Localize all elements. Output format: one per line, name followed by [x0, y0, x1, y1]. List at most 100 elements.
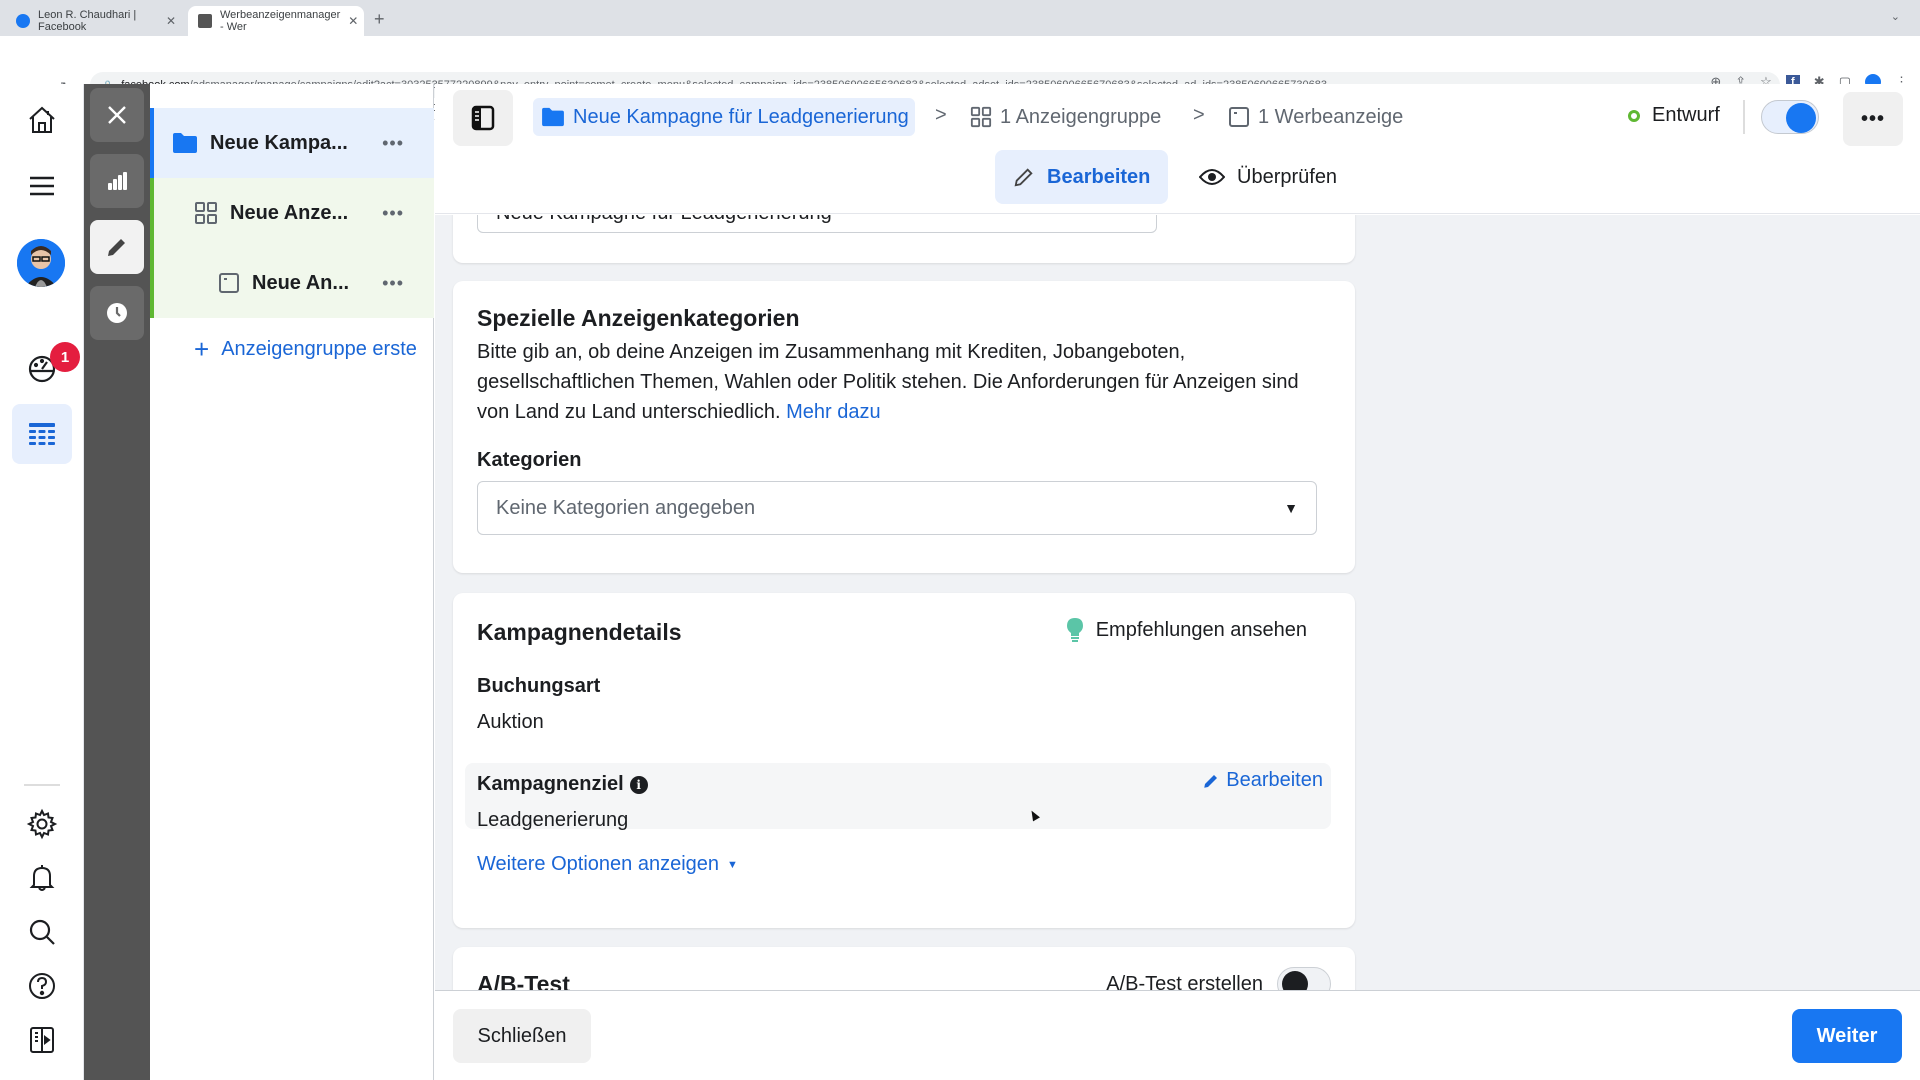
campaign-details-card: Kampagnendetails Empfehlungen ansehen Bu… [453, 593, 1355, 928]
ad-window-icon [219, 273, 239, 293]
adset-grid-icon [970, 106, 992, 128]
edit-objective-label: Bearbeiten [1226, 769, 1323, 791]
breadcrumb-chevron-icon: > [935, 104, 947, 126]
status-dot-icon [1628, 109, 1640, 122]
notifications-bell-icon[interactable] [20, 856, 64, 900]
next-button[interactable]: Weiter [1792, 1009, 1902, 1063]
tree-item-label: Neue Kampa... [210, 131, 348, 154]
campaign-tree-panel: Neue Kampa... ••• Neue Anze... ••• Neue … [150, 84, 434, 1080]
tab-title: Werbeanzeigenmanager - Wer [220, 9, 341, 33]
info-icon[interactable]: i [629, 775, 648, 794]
breadcrumb-adsets[interactable]: 1 Anzeigengruppe [970, 98, 1161, 136]
close-button[interactable]: Schließen [453, 1009, 591, 1063]
breadcrumb-campaign[interactable]: Neue Kampagne für Leadgenerierung [533, 98, 915, 136]
folder-icon [542, 107, 564, 127]
buying-type-label: Buchungsart [477, 675, 601, 697]
editor-tool-rail [84, 84, 150, 1080]
browser-tab-adsmanager[interactable]: Werbeanzeigenmanager - Wer ✕ [188, 6, 364, 36]
ab-test-toggle-label: A/B-Test erstellen [1106, 973, 1263, 990]
home-icon[interactable] [20, 98, 64, 142]
close-tab-icon[interactable]: ✕ [348, 14, 358, 28]
browser-tab-facebook[interactable]: Leon R. Chaudhari | Facebook ✕ [6, 6, 186, 36]
close-icon [108, 106, 126, 124]
header-divider [1743, 100, 1745, 134]
adset-more-button[interactable]: ••• [382, 203, 404, 224]
toggle-knob [1282, 971, 1308, 990]
categories-value: Keine Kategorien angegeben [496, 496, 756, 519]
adsmanager-icon [198, 14, 212, 28]
pencil-icon [1204, 774, 1218, 788]
pencil-icon [108, 239, 125, 256]
description-text: Bitte gib an, ob deine Anzeigen im Zusam… [477, 341, 1299, 423]
search-icon[interactable] [20, 910, 64, 954]
ads-manager-table-icon[interactable] [12, 404, 72, 464]
editor-header: Neue Kampagne für Leadgenerierung > 1 An… [435, 84, 1920, 214]
categories-label: Kategorien [477, 449, 582, 471]
campaign-active-toggle[interactable] [1761, 100, 1819, 134]
browser-tab-bar: Leon R. Chaudhari | Facebook ✕ Werbeanze… [0, 0, 1920, 36]
ad-more-button[interactable]: ••• [382, 273, 404, 294]
campaign-details-title: Kampagnendetails [477, 619, 682, 645]
campaign-more-button[interactable]: ••• [382, 133, 404, 154]
app-navigation-rail: 1 [0, 84, 84, 1080]
ab-test-card: A/B-Test A/B-Test erstellen [453, 947, 1355, 990]
breadcrumb-ads-label: 1 Werbeanzeige [1258, 105, 1404, 128]
campaign-name-card: Neue Kampagne für Leadgenerierung [453, 215, 1355, 263]
rail-divider [24, 784, 60, 786]
show-more-options-link[interactable]: Weitere Optionen anzeigen ▼ [477, 853, 738, 876]
toggle-knob [1786, 103, 1816, 133]
buying-type-value: Auktion [477, 711, 544, 733]
close-editor-button[interactable] [90, 88, 144, 142]
header-more-button[interactable]: ••• [1843, 92, 1903, 146]
charts-button[interactable] [90, 154, 144, 208]
special-categories-title: Spezielle Anzeigenkategorien [477, 305, 800, 331]
tab-title: Leon R. Chaudhari | Facebook [38, 9, 137, 33]
recommendations-label: Empfehlungen ansehen [1095, 618, 1307, 641]
menu-hamburger-icon[interactable] [20, 164, 64, 208]
toggle-tree-panel-button[interactable] [453, 90, 513, 146]
folder-icon [173, 133, 197, 153]
more-options-label: Weitere Optionen anzeigen [477, 853, 720, 875]
caret-down-icon: ▼ [1284, 500, 1298, 516]
tree-item-label: Neue Anze... [230, 201, 349, 224]
tree-item-label: Neue An... [252, 271, 350, 294]
help-icon[interactable] [20, 964, 64, 1008]
breadcrumb-adsets-label: 1 Anzeigengruppe [1000, 105, 1162, 128]
objective-label-row: Kampagnenziel i [477, 773, 648, 796]
breadcrumb-campaign-label: Neue Kampagne für Leadgenerierung [573, 105, 909, 128]
draft-status: Entwurf [1628, 104, 1720, 127]
create-adset-link[interactable]: + Anzeigengruppe erste [194, 334, 417, 365]
special-categories-card: Spezielle Anzeigenkategorien Bitte gib a… [453, 281, 1355, 573]
tree-item-ad[interactable]: Neue An... ••• [150, 248, 434, 318]
clock-icon [107, 303, 127, 323]
caret-down-icon: ▼ [727, 858, 738, 871]
edit-button[interactable] [90, 220, 144, 274]
tab-search-chevron-icon[interactable]: ⌄ [1891, 10, 1900, 23]
bar-chart-icon [108, 172, 127, 190]
status-label: Entwurf [1652, 104, 1720, 126]
tab-review-label: Überprüfen [1237, 165, 1338, 188]
objective-label: Kampagnenziel [477, 773, 624, 795]
campaign-name-input[interactable]: Neue Kampagne für Leadgenerierung [477, 215, 1157, 233]
eye-icon [1199, 169, 1225, 185]
user-avatar[interactable] [17, 239, 65, 287]
edit-objective-button[interactable]: Bearbeiten [1202, 769, 1323, 792]
close-tab-icon[interactable]: ✕ [166, 14, 176, 28]
ab-test-toggle[interactable] [1277, 967, 1331, 990]
view-recommendations-button[interactable]: Empfehlungen ansehen [1066, 617, 1307, 643]
settings-gear-icon[interactable] [20, 802, 64, 846]
history-button[interactable] [90, 286, 144, 340]
new-tab-button[interactable]: + [374, 9, 385, 30]
tree-item-adset[interactable]: Neue Anze... ••• [150, 178, 434, 248]
learn-more-link[interactable]: Mehr dazu [786, 401, 881, 423]
tab-review[interactable]: Überprüfen [1181, 150, 1355, 204]
editor-content[interactable]: Neue Kampagne für Leadgenerierung Spezie… [435, 215, 1920, 990]
categories-dropdown[interactable]: Keine Kategorien angegeben ▼ [477, 481, 1317, 535]
expand-panel-icon[interactable] [20, 1018, 64, 1062]
tab-edit[interactable]: Bearbeiten [995, 150, 1169, 204]
side-panel-icon [471, 105, 495, 131]
breadcrumb-chevron-icon: > [1193, 104, 1205, 126]
tree-item-campaign[interactable]: Neue Kampa... ••• [150, 108, 434, 178]
adset-grid-icon [195, 202, 217, 224]
breadcrumb-ads[interactable]: 1 Werbeanzeige [1228, 98, 1403, 136]
